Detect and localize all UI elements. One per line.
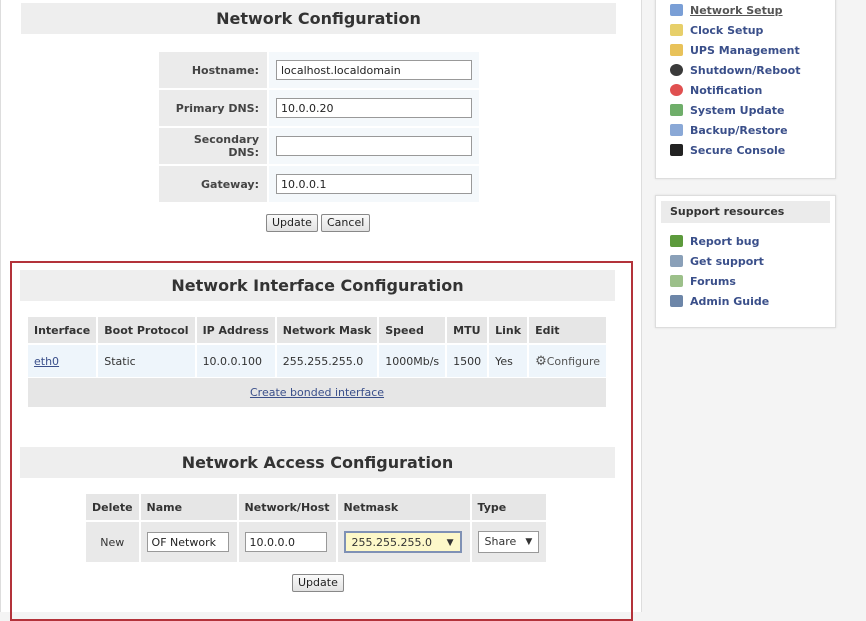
forums-icon bbox=[670, 275, 683, 287]
sidebar-item-label: UPS Management bbox=[690, 43, 800, 57]
chevron-down-icon: ▼ bbox=[525, 537, 533, 547]
bug-icon bbox=[670, 235, 683, 247]
chevron-down-icon: ▼ bbox=[446, 538, 454, 548]
support-box: Support resources Report bug Get support… bbox=[655, 195, 836, 328]
support-item-label: Report bug bbox=[690, 234, 760, 248]
create-bonded-interface-link[interactable]: Create bonded interface bbox=[250, 386, 384, 399]
sidebar-item-label: Network Setup bbox=[690, 3, 783, 17]
netmask-select[interactable]: 255.255.255.0 ▼ bbox=[343, 531, 462, 553]
sidebar-item-clock-setup[interactable]: Clock Setup bbox=[656, 20, 835, 40]
sidebar-item-notification[interactable]: Notification bbox=[656, 80, 835, 100]
hostname-input[interactable] bbox=[276, 60, 472, 80]
network-cancel-button[interactable]: Cancel bbox=[321, 214, 371, 232]
netmask-value: 255.255.255.0 bbox=[351, 536, 433, 549]
sidebar-item-ups-management[interactable]: UPS Management bbox=[656, 40, 835, 60]
support-item-label: Admin Guide bbox=[690, 294, 770, 308]
support-item-forums[interactable]: Forums bbox=[656, 271, 835, 291]
type-select[interactable]: Share ▼ bbox=[477, 531, 540, 553]
access-config-title: Network Access Configuration bbox=[20, 447, 615, 478]
secondary-dns-input[interactable] bbox=[276, 136, 472, 156]
mtu-value: 1500 bbox=[447, 345, 488, 377]
type-value: Share bbox=[484, 535, 517, 548]
col-network-host: Network/Host bbox=[238, 494, 336, 520]
gateway-input[interactable] bbox=[276, 174, 472, 194]
sidebar-item-label: System Update bbox=[690, 103, 785, 117]
interface-link[interactable]: eth0 bbox=[34, 355, 59, 368]
interface-config-title: Network Interface Configuration bbox=[20, 270, 615, 301]
update-icon bbox=[670, 104, 683, 116]
admin-menu: Network Setup Clock Setup UPS Management… bbox=[655, 0, 836, 179]
support-title: Support resources bbox=[661, 201, 830, 223]
col-speed: Speed bbox=[379, 317, 446, 343]
sidebar-item-network-setup[interactable]: Network Setup bbox=[656, 0, 835, 20]
book-icon bbox=[670, 295, 683, 307]
clock-icon bbox=[670, 24, 683, 36]
sidebar-item-label: Backup/Restore bbox=[690, 123, 788, 137]
col-netmask: Netmask bbox=[337, 494, 470, 520]
table-row: eth0 Static 10.0.0.100 255.255.255.0 100… bbox=[28, 345, 607, 377]
col-type: Type bbox=[471, 494, 546, 520]
support-item-label: Get support bbox=[690, 254, 764, 268]
sidebar-item-label: Shutdown/Reboot bbox=[690, 63, 801, 77]
support-icon bbox=[670, 255, 683, 267]
sidebar-item-secure-console[interactable]: Secure Console bbox=[656, 140, 835, 160]
sidebar-item-label: Secure Console bbox=[690, 143, 786, 157]
hostname-label: Hostname: bbox=[159, 52, 267, 88]
boot-protocol-value: Static bbox=[98, 345, 195, 377]
col-name: Name bbox=[140, 494, 237, 520]
ups-icon bbox=[670, 44, 683, 56]
primary-dns-label: Primary DNS: bbox=[159, 90, 267, 126]
new-row-label: New bbox=[86, 522, 139, 562]
gateway-label: Gateway: bbox=[159, 166, 267, 202]
col-edit: Edit bbox=[529, 317, 607, 343]
configure-icon: ⚙ bbox=[535, 353, 547, 369]
network-config-title: Network Configuration bbox=[21, 3, 616, 34]
speed-value: 1000Mb/s bbox=[379, 345, 446, 377]
col-delete: Delete bbox=[86, 494, 139, 520]
configure-label: Configure bbox=[546, 354, 601, 368]
col-link: Link bbox=[489, 317, 528, 343]
support-item-get-support[interactable]: Get support bbox=[656, 251, 835, 271]
network-icon bbox=[670, 4, 683, 16]
access-name-input[interactable] bbox=[146, 532, 229, 552]
network-mask-value: 255.255.255.0 bbox=[276, 345, 378, 377]
ip-address-value: 10.0.0.100 bbox=[196, 345, 275, 377]
link-value: Yes bbox=[489, 345, 528, 377]
console-icon bbox=[670, 144, 683, 156]
primary-dns-input[interactable] bbox=[276, 98, 472, 118]
col-boot-protocol: Boot Protocol bbox=[98, 317, 195, 343]
support-item-admin-guide[interactable]: Admin Guide bbox=[656, 291, 835, 311]
table-row: New 255.255.255.0 ▼ Share ▼ bbox=[86, 522, 546, 562]
alert-icon bbox=[670, 84, 683, 96]
interface-table: Interface Boot Protocol IP Address Netwo… bbox=[26, 315, 608, 379]
col-mtu: MTU bbox=[447, 317, 488, 343]
support-item-report-bug[interactable]: Report bug bbox=[656, 231, 835, 251]
col-network-mask: Network Mask bbox=[276, 317, 378, 343]
sidebar-item-backup-restore[interactable]: Backup/Restore bbox=[656, 120, 835, 140]
configure-button[interactable]: ⚙Configure bbox=[529, 345, 607, 377]
backup-icon bbox=[670, 124, 683, 136]
sidebar-item-label: Clock Setup bbox=[690, 23, 764, 37]
col-ip-address: IP Address bbox=[196, 317, 275, 343]
network-update-button[interactable]: Update bbox=[266, 214, 318, 232]
access-update-button[interactable]: Update bbox=[292, 574, 344, 592]
support-item-label: Forums bbox=[690, 274, 736, 288]
sidebar-item-shutdown-reboot[interactable]: Shutdown/Reboot bbox=[656, 60, 835, 80]
sidebar-item-system-update[interactable]: System Update bbox=[656, 100, 835, 120]
network-config-form: Hostname: Primary DNS: Secondary DNS: Ga… bbox=[157, 50, 481, 204]
access-table: Delete Name Network/Host Netmask Type Ne… bbox=[84, 492, 548, 564]
access-network-input[interactable] bbox=[244, 532, 327, 552]
col-interface: Interface bbox=[28, 317, 97, 343]
bond-row: Create bonded interface bbox=[28, 378, 606, 407]
secondary-dns-label: Secondary DNS: bbox=[159, 128, 267, 164]
sidebar-item-label: Notification bbox=[690, 83, 763, 97]
power-icon bbox=[670, 64, 683, 76]
